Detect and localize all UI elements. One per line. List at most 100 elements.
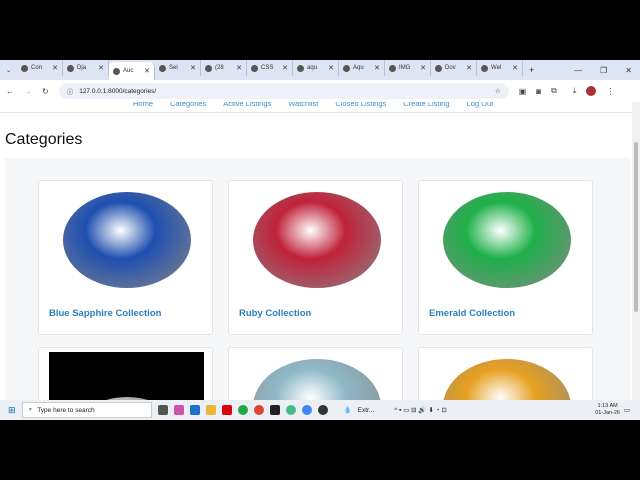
category-card[interactable]: Emerald Collection [418,180,593,335]
chatgpt-icon[interactable] [285,405,296,415]
tab-close-icon[interactable]: ✕ [466,64,472,72]
browser-tab[interactable]: Con ✕ [17,60,64,76]
taskbar-search[interactable]: ⌕ Type here to search [21,402,152,418]
category-card[interactable]: Blue Sapphire Collection [38,180,213,335]
tab-close-icon[interactable]: ✕ [374,64,380,72]
bookmark-star-icon[interactable]: ☆ [495,87,501,95]
nav-link-home[interactable]: Home [133,102,153,112]
category-title-link[interactable]: Blue Sapphire Collection [49,308,161,319]
netflix-icon[interactable] [221,405,232,415]
file-explorer-icon[interactable] [205,405,216,415]
tab-close-icon[interactable]: ✕ [98,64,104,72]
terminal-icon[interactable] [269,405,280,415]
browser-tab[interactable]: IMG ✕ [385,60,432,76]
tab-close-icon[interactable]: ✕ [328,64,334,72]
tab-close-icon[interactable]: ✕ [282,64,288,72]
tray-icons[interactable]: ^ ▪ ▭ ⊟ 🔊 ⬇ ◔ ⊡ [394,406,447,414]
screen: ⌄ Con ✕ Dja ✕ Auc ✕ Sel ✕ (28 ✕ CSS ✕ aqu ✕ Aqu ✕ IMG ✕ Do… [0,60,640,420]
browser-tab[interactable]: Aqu ✕ [339,60,386,76]
notifications-icon[interactable]: ▭ [624,406,630,414]
new-tab-button[interactable]: + [523,65,534,75]
back-icon[interactable]: ← [6,87,14,96]
tab-label: Wel [491,65,502,71]
tab-close-icon[interactable]: ✕ [236,64,242,72]
category-image[interactable] [429,352,584,400]
forward-icon[interactable]: → [24,87,32,96]
search-placeholder: Type here to search [37,406,95,414]
tab-favicon-icon [21,64,29,72]
tab-close-icon[interactable]: ✕ [144,67,150,75]
tab-close-icon[interactable]: ✕ [52,64,58,72]
search-icon: ⌕ [28,406,33,413]
tab-close-icon[interactable]: ✕ [512,64,518,72]
categories-grid: Blue Sapphire Collection Ruby Collection E… [5,158,630,400]
category-title-link[interactable]: Emerald Collection [429,308,515,319]
tab-favicon-icon [481,64,489,72]
category-card[interactable] [38,347,213,400]
nav-link-active-listings[interactable]: Active Listings [223,102,271,112]
browser-tab[interactable]: CSS ✕ [247,60,294,76]
nav-bar: Home Categories Active Listings Watchlist Cl… [0,102,632,113]
nav-link-create-listing[interactable]: Create Listing [403,102,449,112]
tab-search-chevron-icon[interactable]: ⌄ [0,67,17,74]
nav-link-log-out[interactable]: Log Out [467,102,494,112]
windows-start-icon[interactable]: ⊞ [8,405,16,416]
tab-bar: ⌄ Con ✕ Dja ✕ Auc ✕ Sel ✕ (28 ✕ CSS ✕ aqu ✕ Aqu ✕ IMG ✕ Do… [0,60,640,80]
screenshot-icon[interactable]: ◙ [536,87,541,96]
close-window-button[interactable]: ✕ [625,66,632,75]
tab-favicon-icon [389,64,397,72]
nav-link-watchlist[interactable]: Watchlist [288,102,318,112]
tab-favicon-icon [297,64,305,72]
browser-tab[interactable]: Wel ✕ [477,60,524,76]
copilot-icon[interactable] [173,405,184,415]
browser-tab[interactable]: Dja ✕ [63,60,110,76]
chrome-icon[interactable] [253,405,264,415]
site-info-icon[interactable]: ⓘ [67,86,74,96]
browser-tab[interactable]: (28 ✕ [201,60,248,76]
tab-close-icon[interactable]: ✕ [420,64,426,72]
cast-icon[interactable]: ▣ [519,87,527,96]
scrollbar-thumb[interactable] [634,142,638,312]
time: 1:13 AM [597,403,618,409]
menu-icon[interactable]: ⋮ [606,87,614,96]
category-image[interactable] [239,352,394,400]
tab-favicon-icon [67,64,75,72]
app-icon[interactable] [317,405,328,415]
category-title-link[interactable]: Ruby Collection [239,308,311,319]
scrollbar[interactable] [632,102,640,400]
reload-icon[interactable]: ↻ [42,87,49,96]
category-card[interactable] [228,347,403,400]
category-card[interactable]: Ruby Collection [228,180,403,335]
tab-label: Dja [77,65,87,71]
nav-link-categories[interactable]: Categories [170,102,206,112]
browser-tab[interactable]: Dov ✕ [431,60,478,76]
category-image[interactable] [49,352,204,400]
extensions-icon[interactable]: ⧉ [551,86,557,96]
whatsapp-icon[interactable] [237,405,248,415]
minimize-button[interactable]: — [574,66,582,75]
browser-tab[interactable]: aqu ✕ [293,60,340,76]
clock[interactable]: 1:13 AM 01-Jan-26 [595,403,640,417]
category-card[interactable] [418,347,593,400]
browser-tab[interactable]: Sel ✕ [155,60,202,76]
task-view-icon[interactable] [157,405,168,415]
weather-text: Extr... [357,406,375,414]
category-image[interactable] [49,185,204,295]
taskbar: ⊞ ⌕ Type here to search 💧 Extr... ^ ▪ ▭ ⊟… [0,400,640,420]
tab-close-icon[interactable]: ✕ [190,64,196,72]
tab-favicon-icon [205,64,213,72]
profile-avatar[interactable] [586,86,597,96]
nav-link-closed-listings[interactable]: Closed Listings [335,102,386,112]
tab-favicon-icon [343,64,351,72]
outlook-icon[interactable] [189,405,200,415]
category-image[interactable] [429,185,584,295]
date: 01-Jan-26 [595,410,620,416]
tab-favicon-icon [113,67,121,75]
chrome-icon-2[interactable] [301,405,312,415]
restore-button[interactable]: ❐ [600,66,607,75]
download-icon[interactable]: ⤓ [573,86,577,96]
category-image[interactable] [239,185,394,295]
address-bar[interactable]: ⓘ 127.0.0.1:8000/categories/ ☆ [58,83,509,99]
browser-tab[interactable]: Auc ✕ [109,62,156,80]
tab-label: IMG [399,65,411,71]
